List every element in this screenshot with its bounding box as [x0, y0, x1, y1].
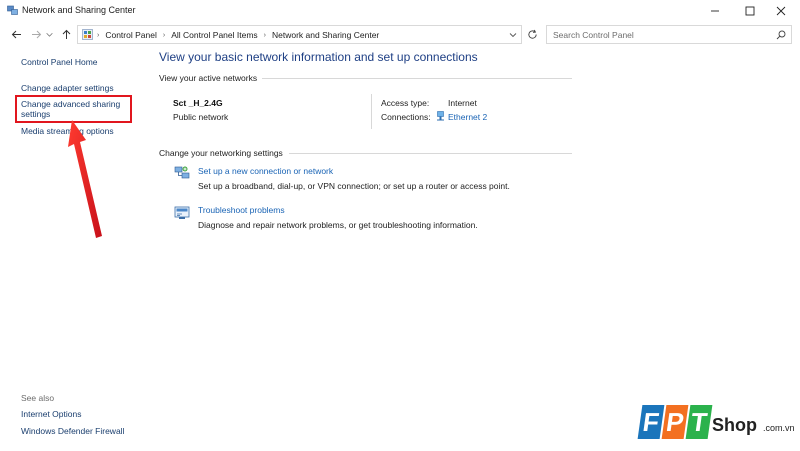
- ethernet-icon: [437, 111, 444, 121]
- fptshop-logo: F P T Shop .com.vn: [637, 405, 795, 443]
- minimize-icon: [711, 10, 719, 12]
- forward-button[interactable]: [29, 27, 43, 41]
- window-title: Network and Sharing Center: [22, 5, 136, 15]
- connection-ethernet-link[interactable]: Ethernet 2: [448, 112, 487, 122]
- forward-arrow-icon: [31, 30, 41, 38]
- refresh-button[interactable]: [526, 28, 539, 41]
- see-also-internet-options[interactable]: Internet Options: [21, 409, 81, 419]
- logo-letter-t: T: [685, 405, 713, 439]
- change-settings-label: Change your networking settings: [159, 148, 283, 158]
- up-button[interactable]: [59, 27, 73, 41]
- breadcrumb: › Control Panel › All Control Panel Item…: [97, 30, 379, 40]
- troubleshoot-icon: [174, 206, 190, 219]
- chevron-right-icon: ›: [162, 31, 166, 39]
- maximize-button[interactable]: [735, 0, 765, 22]
- minimize-button[interactable]: [700, 0, 730, 22]
- chevron-right-icon: ›: [97, 31, 100, 39]
- active-networks-label: View your active networks: [159, 73, 258, 83]
- back-button[interactable]: [9, 27, 23, 41]
- recent-locations-button[interactable]: [45, 27, 54, 41]
- page-title: View your basic network information and …: [159, 50, 478, 64]
- see-also-windows-defender-firewall[interactable]: Windows Defender Firewall: [21, 426, 124, 436]
- chevron-down-icon: [46, 32, 53, 37]
- network-divider: [371, 94, 372, 129]
- close-button[interactable]: [766, 0, 796, 22]
- logo-shop-text: Shop: [712, 415, 757, 435]
- red-arrow-annotation: [68, 120, 102, 238]
- chevron-right-icon: ›: [263, 31, 266, 39]
- section-divider: [262, 78, 572, 79]
- network-center-icon: [7, 5, 18, 15]
- search-icon[interactable]: [776, 30, 786, 40]
- troubleshoot-problems-link[interactable]: Troubleshoot problems: [198, 205, 285, 215]
- access-type-value: Internet: [448, 98, 477, 108]
- search-input[interactable]: [553, 29, 763, 41]
- control-panel-icon: [82, 29, 93, 40]
- close-icon: [776, 6, 786, 16]
- refresh-icon: [528, 29, 537, 39]
- maximize-icon: [745, 6, 755, 16]
- logo-letter-f: F: [637, 405, 665, 439]
- troubleshoot-description: Diagnose and repair network problems, or…: [198, 220, 478, 230]
- set-up-connection-description: Set up a broadband, dial-up, or VPN conn…: [198, 181, 510, 191]
- sidebar-control-panel-home[interactable]: Control Panel Home: [21, 57, 98, 67]
- set-up-connection-link[interactable]: Set up a new connection or network: [198, 166, 333, 176]
- network-name: Sct _H_2.4G: [173, 98, 223, 108]
- up-arrow-icon: [62, 29, 70, 39]
- breadcrumb-all-items[interactable]: All Control Panel Items: [171, 30, 257, 40]
- connections-label: Connections:: [381, 112, 431, 122]
- logo-letter-p: P: [661, 405, 689, 439]
- logo-domain-text: .com.vn: [763, 423, 795, 433]
- see-also-label: See also: [21, 393, 55, 403]
- breadcrumb-network-center[interactable]: Network and Sharing Center: [272, 30, 379, 40]
- address-bar[interactable]: › Control Panel › All Control Panel Item…: [77, 25, 522, 44]
- search-box[interactable]: [546, 25, 792, 44]
- breadcrumb-control-panel[interactable]: Control Panel: [105, 30, 157, 40]
- address-dropdown-icon[interactable]: [509, 31, 517, 39]
- title-bar: Network and Sharing Center: [0, 0, 800, 22]
- back-arrow-icon: [11, 30, 21, 38]
- network-setup-icon: [174, 166, 190, 179]
- navigation-row: › Control Panel › All Control Panel Item…: [0, 23, 800, 45]
- sidebar-change-adapter-settings[interactable]: Change adapter settings: [21, 83, 114, 93]
- network-type-link[interactable]: Public network: [173, 112, 228, 122]
- section-divider: [289, 153, 572, 154]
- access-type-label: Access type:: [381, 98, 430, 108]
